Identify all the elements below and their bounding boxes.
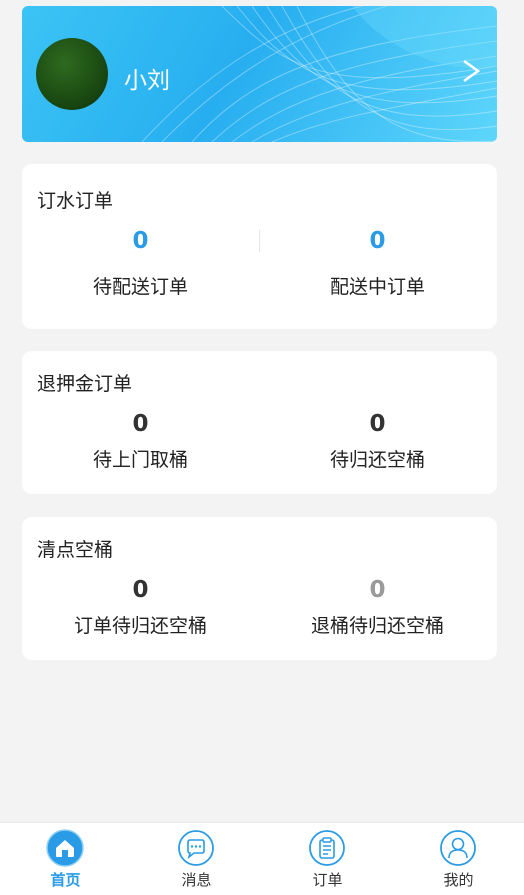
stat-label: 待配送订单 <box>92 276 188 298</box>
stat-pickup-pending[interactable]: 0 待上门取桶 <box>22 411 259 472</box>
stat-value: 0 <box>369 577 386 603</box>
home-icon <box>46 829 84 867</box>
tab-label: 首页 <box>50 871 81 889</box>
card-title: 清点空桶 <box>37 539 114 561</box>
chevron-right-icon[interactable] <box>461 58 481 84</box>
stat-delivering[interactable]: 0 配送中订单 <box>259 228 496 299</box>
stat-label: 待归还空桶 <box>329 449 425 471</box>
tab-messages[interactable]: 消息 <box>131 823 262 895</box>
stat-value: 0 <box>132 577 149 603</box>
order-clipboard-icon <box>309 830 345 866</box>
tab-profile[interactable]: 我的 <box>393 823 524 895</box>
tab-home[interactable]: 首页 <box>0 823 131 895</box>
stat-label: 配送中订单 <box>329 276 425 298</box>
avatar[interactable] <box>36 38 108 110</box>
bottom-tab-bar: 首页 消息 订单 我的 <box>0 822 524 895</box>
tab-label: 订单 <box>312 871 343 889</box>
profile-header[interactable]: 小刘 <box>22 6 497 142</box>
deposit-refund-card: 退押金订单 0 待上门取桶 0 待归还空桶 <box>22 351 497 494</box>
stat-pending-delivery[interactable]: 0 待配送订单 <box>22 228 259 299</box>
message-icon <box>178 830 214 866</box>
water-order-card: 订水订单 0 待配送订单 0 配送中订单 <box>22 164 497 329</box>
stat-value: 0 <box>369 228 386 254</box>
stat-label: 退桶待归还空桶 <box>310 615 444 637</box>
stat-return-pending[interactable]: 0 待归还空桶 <box>259 411 496 472</box>
stat-label: 订单待归还空桶 <box>73 615 207 637</box>
tab-label: 消息 <box>181 871 212 889</box>
tab-label: 我的 <box>443 871 474 889</box>
stat-value: 0 <box>369 411 386 437</box>
stat-refund-return[interactable]: 0 退桶待归还空桶 <box>259 577 496 638</box>
empty-bucket-card: 清点空桶 0 订单待归还空桶 0 退桶待归还空桶 <box>22 517 497 660</box>
tab-orders[interactable]: 订单 <box>262 823 393 895</box>
stat-label: 待上门取桶 <box>92 449 188 471</box>
user-icon <box>440 830 476 866</box>
stat-value: 0 <box>132 411 149 437</box>
stat-order-return[interactable]: 0 订单待归还空桶 <box>22 577 259 638</box>
card-title: 退押金订单 <box>37 373 133 395</box>
user-name: 小刘 <box>124 68 170 94</box>
stat-value: 0 <box>132 228 149 254</box>
card-title: 订水订单 <box>37 190 114 212</box>
